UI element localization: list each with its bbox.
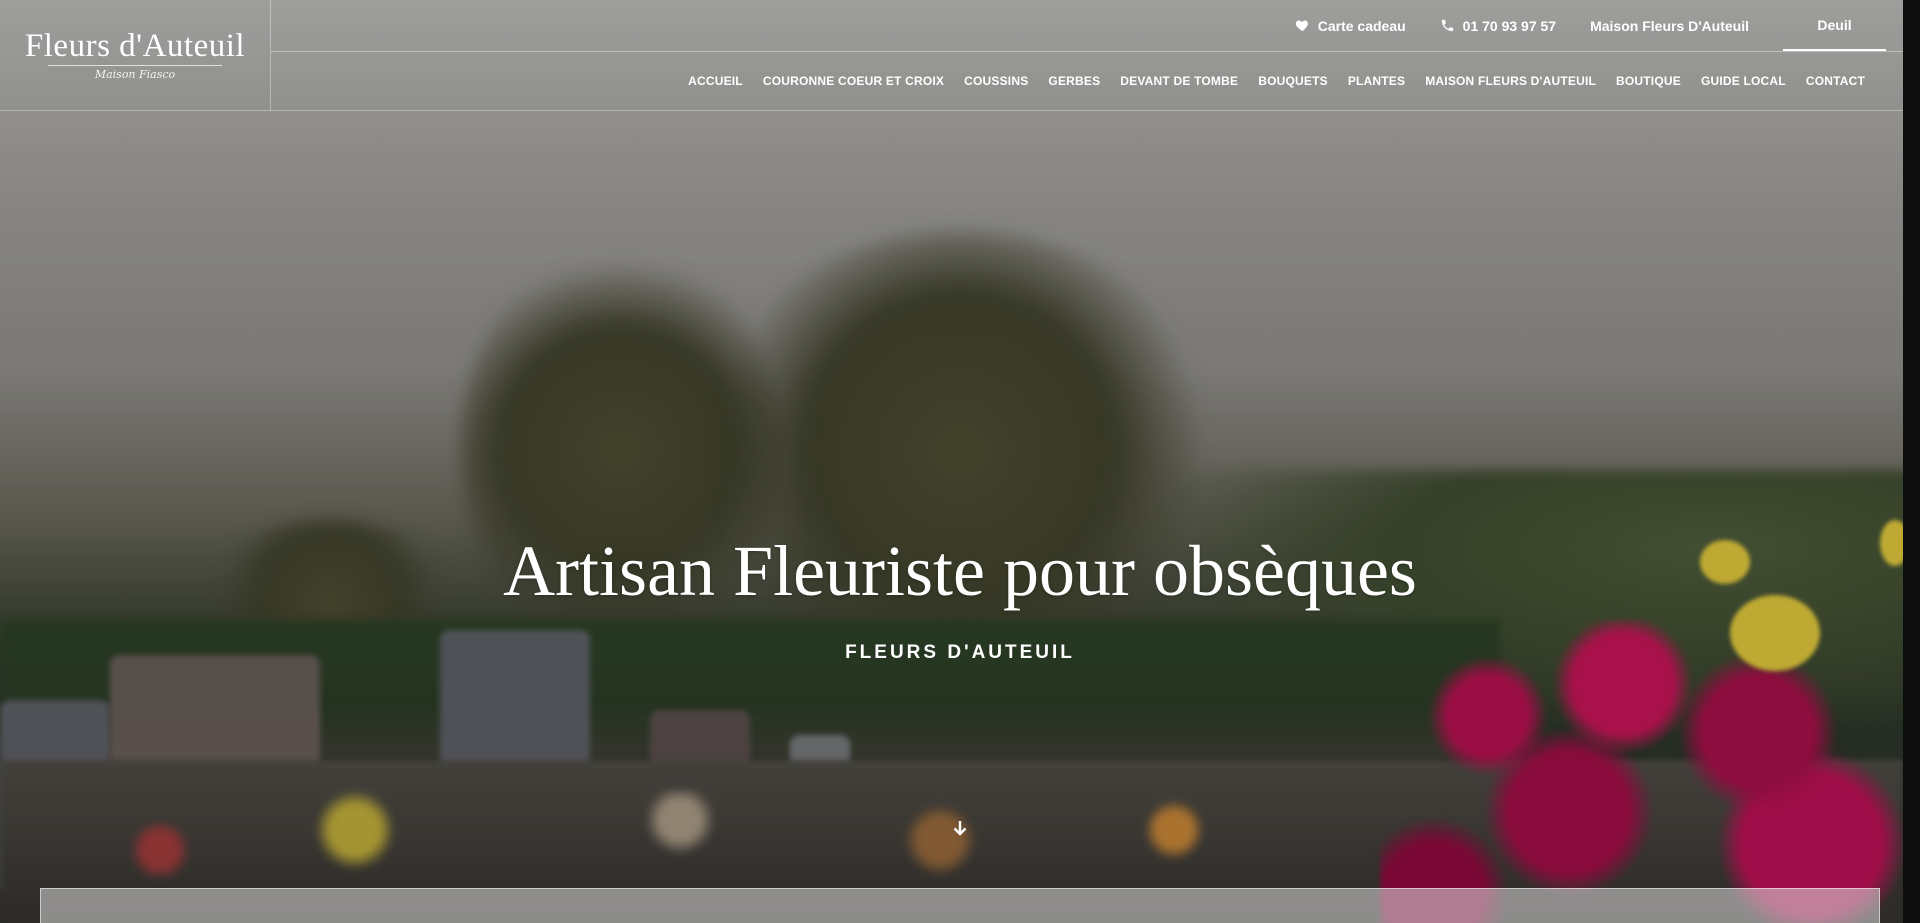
nav-guide-local[interactable]: GUIDE LOCAL [1701, 74, 1786, 88]
nav-plantes[interactable]: PLANTES [1348, 74, 1405, 88]
content-panel-edge [40, 888, 1880, 923]
hero-title: Artisan Fleuriste pour obsèques [503, 531, 1417, 611]
nav-gerbes[interactable]: GERBES [1048, 74, 1100, 88]
scrollbar[interactable] [1903, 0, 1920, 923]
site-header: Fleurs d'Auteuil Maison Fiasco Carte cad… [0, 0, 1903, 111]
nav-coussins[interactable]: COUSSINS [964, 74, 1028, 88]
nav-devant-de-tombe[interactable]: DEVANT DE TOMBE [1120, 74, 1238, 88]
nav-couronne-coeur-croix[interactable]: COURONNE COEUR ET CROIX [763, 74, 944, 88]
phone-link[interactable]: 01 70 93 97 57 [1440, 18, 1556, 34]
tab-maison-fleurs[interactable]: Maison Fleurs D'Auteuil [1586, 0, 1753, 51]
nav-maison-fleurs-dauteuil[interactable]: MAISON FLEURS D'AUTEUIL [1425, 74, 1596, 88]
logo[interactable]: Fleurs d'Auteuil Maison Fiasco [0, 0, 271, 111]
gift-card-label: Carte cadeau [1317, 17, 1406, 34]
top-bar: Carte cadeau 01 70 93 97 57 Maison Fleur… [1261, 0, 1886, 51]
nav-accueil[interactable]: ACCUEIL [688, 74, 743, 88]
nav-bouquets[interactable]: BOUQUETS [1258, 74, 1328, 88]
logo-subtitle: Maison Fiasco [48, 65, 222, 81]
main-navigation: ACCUEIL COURONNE COEUR ET CROIX COUSSINS… [668, 52, 1865, 110]
hero-overlay [0, 0, 1903, 923]
phone-number: 01 70 93 97 57 [1462, 17, 1557, 34]
tab-label: Deuil [1817, 16, 1852, 33]
nav-contact[interactable]: CONTACT [1806, 74, 1865, 88]
nav-boutique[interactable]: BOUTIQUE [1616, 74, 1681, 88]
logo-title: Fleurs d'Auteuil [24, 28, 246, 64]
hero-subtitle: FLEURS D'AUTEUIL [845, 642, 1075, 663]
tab-label: Maison Fleurs D'Auteuil [1590, 17, 1749, 34]
arrow-down-icon [953, 821, 967, 836]
phone-icon [1441, 19, 1453, 32]
gift-card-link[interactable]: Carte cadeau [1295, 18, 1406, 34]
hero-background [0, 0, 1903, 923]
heart-icon [1295, 20, 1308, 32]
scroll-down-button[interactable] [950, 818, 970, 838]
tab-deuil[interactable]: Deuil [1783, 0, 1886, 51]
